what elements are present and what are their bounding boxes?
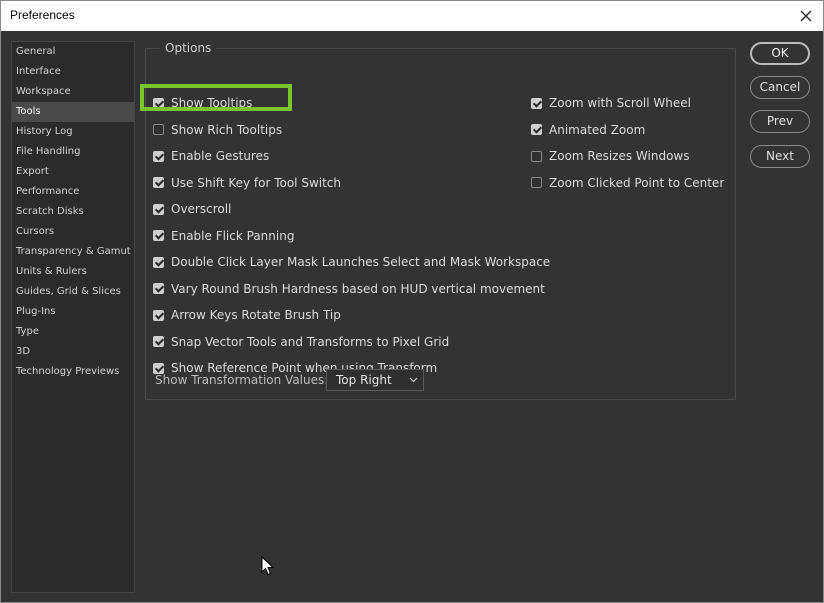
sidebar-item-interface[interactable]: Interface xyxy=(12,62,134,82)
checkbox[interactable] xyxy=(153,203,164,215)
sidebar-item-file-handling[interactable]: File Handling xyxy=(12,142,134,162)
sidebar-item-technology-previews[interactable]: Technology Previews xyxy=(12,362,134,382)
sidebar-item-guides-grid-slices[interactable]: Guides, Grid & Slices xyxy=(12,282,134,302)
checkbox[interactable] xyxy=(531,97,542,109)
sidebar-item-workspace[interactable]: Workspace xyxy=(12,82,134,102)
sidebar-item-plug-ins[interactable]: Plug-Ins xyxy=(12,302,134,322)
option-label: Overscroll xyxy=(171,202,232,216)
transformation-values-label: Show Transformation Values: xyxy=(155,373,329,387)
sidebar-item-general[interactable]: General xyxy=(12,42,134,62)
option-arrow-keys-rotate-brush-tip[interactable]: Arrow Keys Rotate Brush Tip xyxy=(153,307,341,323)
sidebar-item-transparency-gamut[interactable]: Transparency & Gamut xyxy=(12,242,134,262)
option-zoom-resizes-windows[interactable]: Zoom Resizes Windows xyxy=(531,148,690,164)
option-snap-vector-tools-and-transforms-to-pixel-grid[interactable]: Snap Vector Tools and Transforms to Pixe… xyxy=(153,334,449,350)
chevron-down-icon xyxy=(409,377,418,383)
option-label: Enable Gestures xyxy=(171,149,270,163)
option-label: Zoom Resizes Windows xyxy=(549,149,690,163)
checkbox[interactable] xyxy=(153,230,164,241)
option-animated-zoom[interactable]: Animated Zoom xyxy=(531,122,645,138)
sidebar-item-scratch-disks[interactable]: Scratch Disks xyxy=(12,202,134,222)
option-zoom-clicked-point-to-center[interactable]: Zoom Clicked Point to Center xyxy=(531,175,724,191)
checkbox[interactable] xyxy=(531,124,542,135)
prev-button[interactable]: Prev xyxy=(750,110,810,133)
option-show-rich-tooltips[interactable]: Show Rich Tooltips xyxy=(153,122,282,138)
checkbox[interactable] xyxy=(153,309,164,321)
option-label: Double Click Layer Mask Launches Select … xyxy=(171,255,551,269)
sidebar-item-cursors[interactable]: Cursors xyxy=(12,222,134,242)
checkbox[interactable] xyxy=(153,336,164,347)
sidebar-item-units-rulers[interactable]: Units & Rulers xyxy=(12,262,134,282)
sidebar-item-tools[interactable]: Tools xyxy=(12,102,134,122)
option-use-shift-key-for-tool-switch[interactable]: Use Shift Key for Tool Switch xyxy=(153,175,341,191)
option-label: Zoom Clicked Point to Center xyxy=(549,175,725,190)
checkbox[interactable] xyxy=(531,177,542,188)
checkbox[interactable] xyxy=(153,124,164,135)
option-enable-gestures[interactable]: Enable Gestures xyxy=(153,148,269,164)
cancel-button[interactable]: Cancel xyxy=(750,76,810,99)
checkbox[interactable] xyxy=(153,362,164,374)
checkbox[interactable] xyxy=(531,150,542,162)
option-label: Vary Round Brush Hardness based on HUD v… xyxy=(171,281,545,296)
option-label: Snap Vector Tools and Transforms to Pixe… xyxy=(171,334,450,349)
next-button[interactable]: Next xyxy=(750,145,810,168)
ok-button[interactable]: OK xyxy=(750,42,810,65)
sidebar-item-history-log[interactable]: History Log xyxy=(12,122,134,142)
sidebar-item-3d[interactable]: 3D xyxy=(12,342,134,362)
option-enable-flick-panning[interactable]: Enable Flick Panning xyxy=(153,228,294,244)
sidebar-item-export[interactable]: Export xyxy=(12,162,134,182)
sidebar-item-performance[interactable]: Performance xyxy=(12,182,134,202)
window-title: Preferences xyxy=(10,8,75,22)
transformation-values-value: Top Right xyxy=(336,373,392,387)
close-button[interactable] xyxy=(789,1,823,31)
preferences-sidebar: General Interface Workspace Tools History Lo… xyxy=(11,41,135,593)
checkbox[interactable] xyxy=(153,256,164,268)
checkbox[interactable] xyxy=(153,283,164,294)
option-label: Use Shift Key for Tool Switch xyxy=(171,175,342,190)
option-label: Zoom with Scroll Wheel xyxy=(549,96,691,110)
option-zoom-with-scroll-wheel[interactable]: Zoom with Scroll Wheel xyxy=(531,95,691,111)
option-label: Enable Flick Panning xyxy=(171,228,295,243)
option-label: Arrow Keys Rotate Brush Tip xyxy=(171,308,341,322)
transformation-values-select[interactable]: Top Right xyxy=(326,369,424,391)
checkbox[interactable] xyxy=(153,150,164,162)
option-label: Show Rich Tooltips xyxy=(171,122,283,137)
sidebar-list: General Interface Workspace Tools History Lo… xyxy=(12,42,134,382)
sidebar-item-type[interactable]: Type xyxy=(12,322,134,342)
title-bar: Preferences xyxy=(0,0,824,31)
option-label: Animated Zoom xyxy=(549,122,646,137)
options-legend: Options xyxy=(160,41,217,55)
mouse-pointer-icon xyxy=(261,556,275,576)
checkbox[interactable] xyxy=(153,177,164,188)
option-vary-round-brush-hardness-based-on-hud-vertical-movement[interactable]: Vary Round Brush Hardness based on HUD v… xyxy=(153,281,545,297)
highlight-annotation xyxy=(140,84,292,111)
close-icon xyxy=(800,10,812,22)
option-overscroll[interactable]: Overscroll xyxy=(153,201,231,217)
option-double-click-layer-mask-launches-select-and-mask-workspace[interactable]: Double Click Layer Mask Launches Select … xyxy=(153,254,550,270)
